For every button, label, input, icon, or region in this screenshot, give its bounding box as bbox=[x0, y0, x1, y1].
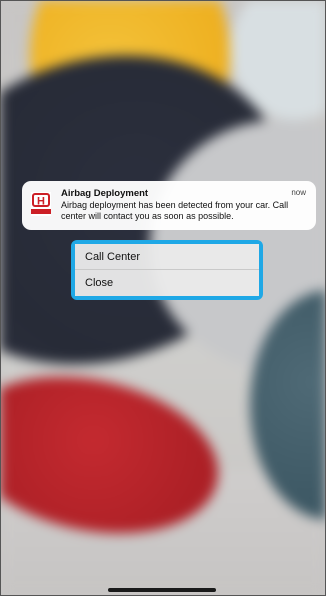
phone-screen: H Airbag Deployment now Airbag deploymen… bbox=[0, 0, 326, 596]
notification-banner[interactable]: H Airbag Deployment now Airbag deploymen… bbox=[22, 181, 316, 230]
notification-title: Airbag Deployment bbox=[61, 188, 149, 199]
svg-text:H: H bbox=[37, 196, 45, 208]
call-center-button[interactable]: Call Center bbox=[75, 244, 259, 270]
notification-action-menu: Call Center Close bbox=[75, 244, 259, 296]
honda-logo-icon: H bbox=[31, 192, 51, 216]
notification-time: now bbox=[291, 188, 306, 197]
notification-body: Airbag deployment has been detected from… bbox=[61, 200, 289, 221]
home-indicator[interactable] bbox=[108, 588, 216, 592]
close-button[interactable]: Close bbox=[75, 270, 259, 296]
